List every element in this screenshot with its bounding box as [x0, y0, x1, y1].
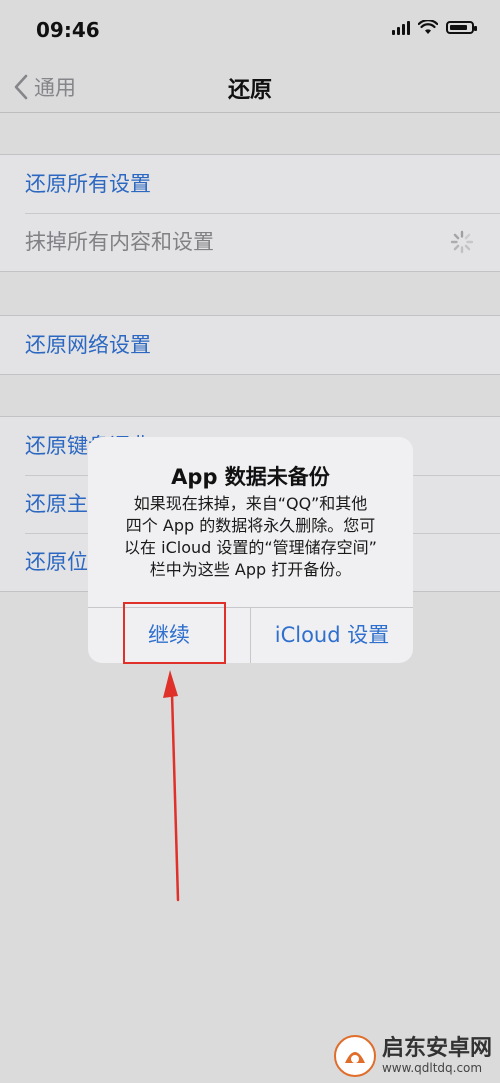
- alert-message-line: 栏中为这些 App 打开备份。: [149, 560, 352, 579]
- watermark-url: www.qdltdq.com: [381, 1061, 483, 1075]
- alert-title: App 数据未备份: [171, 465, 330, 489]
- alert-message-line: 如果现在抹掉，来自“QQ”和其他: [133, 494, 368, 513]
- alert-message-line: 以在 iCloud 设置的“管理储存空间”: [124, 538, 377, 557]
- watermark: 启东安卓网 www.qdltdq.com: [333, 1035, 492, 1077]
- annotation-arrow-icon: [163, 670, 180, 902]
- annotation-highlight-box: [123, 602, 226, 664]
- watermark-logo-icon: [333, 1035, 376, 1077]
- icloud-settings-button[interactable]: iCloud 设置: [251, 608, 413, 663]
- alert-message: 如果现在抹掉，来自“QQ”和其他 四个 App 的数据将永久删除。您可 以在 i…: [106, 493, 395, 581]
- watermark-name: 启东安卓网: [381, 1036, 492, 1061]
- alert-message-line: 四个 App 的数据将永久删除。您可: [125, 516, 376, 535]
